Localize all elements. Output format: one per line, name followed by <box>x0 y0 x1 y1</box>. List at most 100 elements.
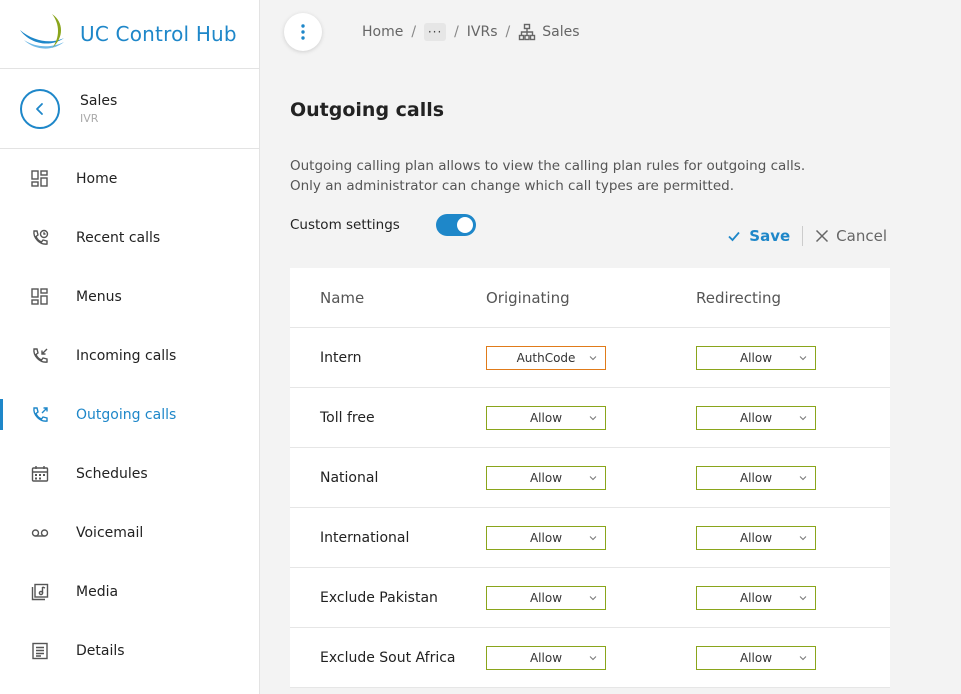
chevron-down-icon <box>589 535 597 540</box>
chevron-down-icon <box>799 655 807 660</box>
sidebar-item-outgoing-calls[interactable]: Outgoing calls <box>0 385 259 444</box>
cancel-label: Cancel <box>836 227 887 245</box>
table-row: Exclude Pakistan Allow Allow <box>290 568 890 628</box>
select-value: Allow <box>739 350 773 365</box>
select-value: Allow <box>529 590 563 605</box>
select-value: Allow <box>739 410 773 425</box>
app-title: UC Control Hub <box>80 22 237 46</box>
sidebar-item-recent-calls[interactable]: Recent calls <box>0 208 259 267</box>
redirecting-select[interactable]: Allow <box>696 525 816 550</box>
sidebar-item-label: Schedules <box>76 465 148 482</box>
row-name: International <box>320 529 410 546</box>
breadcrumb-separator: / <box>411 24 417 40</box>
sidebar-item-home[interactable]: Home <box>0 149 259 208</box>
sidebar-item-incoming-calls[interactable]: Incoming calls <box>0 326 259 385</box>
app-logo[interactable]: UC Control Hub <box>0 0 259 69</box>
chevron-down-icon <box>799 595 807 600</box>
table-row: Intern AuthCode Allow <box>290 328 890 388</box>
row-name: National <box>320 469 379 486</box>
table-row: Toll free Allow Allow <box>290 388 890 448</box>
close-icon <box>816 229 829 243</box>
sidebar: UC Control Hub Sales IVR Home Recent cal… <box>0 0 260 694</box>
sidebar-item-media[interactable]: Media <box>0 562 259 621</box>
table-row: International Allow Allow <box>290 508 890 568</box>
cancel-button[interactable]: Cancel <box>815 227 887 245</box>
sidebar-item-label: Media <box>76 583 119 600</box>
select-value: Allow <box>739 590 773 605</box>
logo-icon <box>20 14 64 49</box>
select-value: Allow <box>529 530 563 545</box>
sidebar-item-details[interactable]: Details <box>0 621 259 680</box>
phone-clock-icon <box>30 228 50 248</box>
chevron-down-icon <box>799 535 807 540</box>
phone-incoming-icon <box>30 346 50 366</box>
originating-select[interactable]: Allow <box>486 645 606 670</box>
sidebar-item-label: Menus <box>76 288 122 305</box>
sidebar-item-label: Incoming calls <box>76 347 177 364</box>
details-icon <box>30 641 50 661</box>
sidebar-item-voicemail[interactable]: Voicemail <box>0 503 259 562</box>
select-value: Allow <box>739 650 773 665</box>
custom-settings: Custom settings <box>290 214 476 236</box>
column-header-redirecting: Redirecting <box>696 288 782 307</box>
originating-select[interactable]: Allow <box>486 525 606 550</box>
column-header-name: Name <box>320 288 365 307</box>
sidebar-item-menus[interactable]: Menus <box>0 267 259 326</box>
dashboard-icon <box>30 169 50 189</box>
custom-settings-toggle[interactable] <box>435 214 476 236</box>
save-label: Save <box>749 227 791 245</box>
context-header: Sales IVR <box>0 69 259 149</box>
originating-select[interactable]: Allow <box>486 585 606 610</box>
row-name: Intern <box>320 349 362 366</box>
row-name: Exclude Pakistan <box>320 589 438 606</box>
table-header: Name Originating Redirecting <box>290 268 890 328</box>
chevron-down-icon <box>589 355 597 360</box>
sidebar-item-label: Recent calls <box>76 229 161 246</box>
select-value: Allow <box>739 530 773 545</box>
back-button[interactable] <box>20 88 60 129</box>
originating-select[interactable]: AuthCode <box>486 345 606 370</box>
sidebar-item-label: Details <box>76 642 125 659</box>
media-icon <box>30 582 50 602</box>
redirecting-select[interactable]: Allow <box>696 645 816 670</box>
originating-select[interactable]: Allow <box>486 465 606 490</box>
redirecting-select[interactable]: Allow <box>696 405 816 430</box>
sidebar-item-schedules[interactable]: Schedules <box>0 444 259 503</box>
chevron-down-icon <box>799 415 807 420</box>
table-row: Exclude Sout Africa Allow Allow <box>290 628 890 688</box>
select-value: Allow <box>529 410 563 425</box>
breadcrumb-ivrs[interactable]: IVRs <box>467 24 498 40</box>
redirecting-select[interactable]: Allow <box>696 465 816 490</box>
sidebar-item-label: Outgoing calls <box>76 406 177 423</box>
calling-plan-table: Name Originating Redirecting Intern Auth… <box>290 268 890 688</box>
sidebar-item-label: Home <box>76 170 118 187</box>
chevron-down-icon <box>589 475 597 480</box>
breadcrumb: Home / ··· / IVRs / Sales <box>362 23 580 41</box>
description-line: Outgoing calling plan allows to view the… <box>290 158 806 174</box>
redirecting-select[interactable]: Allow <box>696 585 816 610</box>
select-value: AuthCode <box>516 350 576 365</box>
context-title: Sales <box>80 92 118 109</box>
chevron-down-icon <box>799 475 807 480</box>
dashboard-icon <box>30 287 50 307</box>
select-value: Allow <box>739 470 773 485</box>
chevron-down-icon <box>589 415 597 420</box>
voicemail-icon <box>30 523 50 543</box>
breadcrumb-home[interactable]: Home <box>362 24 403 40</box>
redirecting-select[interactable]: Allow <box>696 345 816 370</box>
more-menu-button[interactable] <box>284 13 322 51</box>
column-header-originating: Originating <box>486 288 570 307</box>
check-icon <box>728 231 740 242</box>
save-button[interactable]: Save <box>728 227 790 245</box>
select-value: Allow <box>529 650 563 665</box>
context-subtitle: IVR <box>80 111 99 125</box>
calendar-icon <box>30 464 50 484</box>
sidebar-item-label: Voicemail <box>76 524 144 541</box>
chevron-down-icon <box>589 595 597 600</box>
form-actions: Save Cancel <box>728 226 887 246</box>
breadcrumb-more-button[interactable]: ··· <box>424 23 447 41</box>
sidebar-nav: Home Recent calls Menus Incoming calls O… <box>0 149 259 680</box>
page-title: Outgoing calls <box>290 99 445 121</box>
breadcrumb-current-label: Sales <box>542 24 580 40</box>
originating-select[interactable]: Allow <box>486 405 606 430</box>
